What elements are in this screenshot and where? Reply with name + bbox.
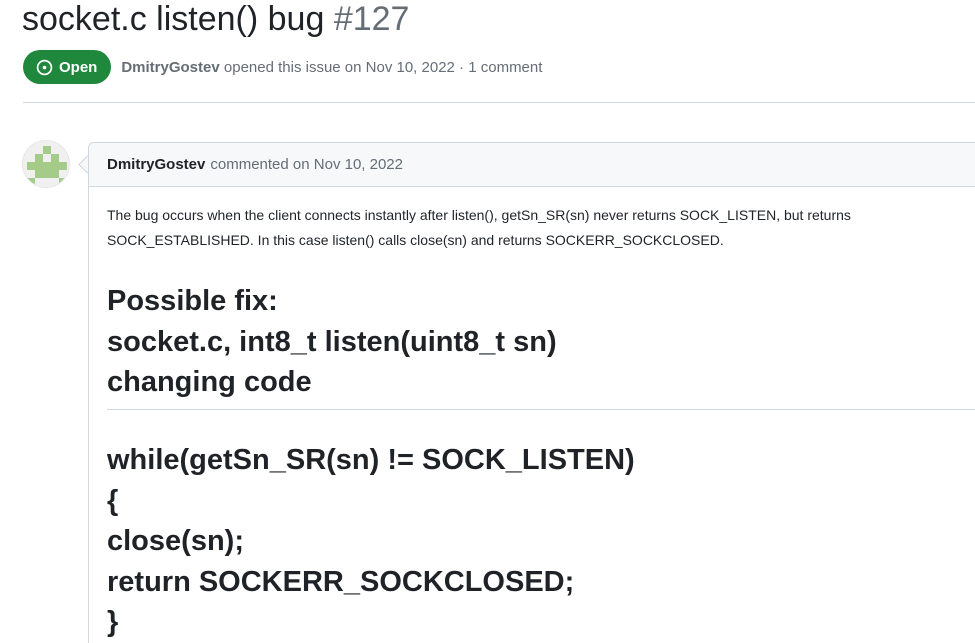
comment-paragraph: The bug occurs when the client connects …	[107, 203, 957, 253]
comment-box: DmitryGostev commented on Nov 10, 2022 T…	[88, 142, 975, 643]
issue-title-text: socket.c listen() bug	[22, 0, 325, 38]
issue-state-label: Open	[59, 58, 98, 76]
comment-body: The bug occurs when the client connects …	[107, 203, 975, 638]
identicon-avatar	[23, 141, 69, 187]
issue-meta-text: DmitryGostev opened this issue on Nov 10…	[121, 59, 542, 76]
header-divider	[23, 102, 975, 103]
issue-number: #127	[333, 0, 410, 38]
code-line: return SOCKERR_SOCKCLOSED;	[107, 565, 575, 598]
code-line: {	[107, 484, 119, 517]
issue-author-link[interactable]: DmitryGostev	[121, 59, 219, 76]
issue-meta-suffix: opened this issue on Nov 10, 2022 · 1 co…	[223, 58, 543, 76]
comment-paragraph-line: SOCK_ESTABLISHED. In this case listen() …	[107, 232, 724, 248]
heading-divider	[107, 409, 975, 410]
comment-author-link[interactable]: DmitryGostev	[107, 156, 205, 173]
fix-heading-line: Possible fix:	[107, 285, 278, 317]
fix-heading-line: socket.c, int8_t listen(uint8_t sn)	[107, 325, 557, 358]
issue-opened-icon	[36, 59, 53, 75]
comment-header: DmitryGostev commented on Nov 10, 2022	[89, 143, 975, 187]
code-heading: while(getSn_SR(sn) != SOCK_LISTEN) { clo…	[107, 440, 635, 643]
code-line: close(sn);	[107, 525, 244, 557]
issue-page: socket.c listen() bug #127 Open DmitryGo…	[0, 0, 975, 643]
comment-paragraph-line: The bug occurs when the client connects …	[107, 207, 851, 223]
code-line: while(getSn_SR(sn) != SOCK_LISTEN)	[107, 444, 635, 476]
issue-meta: Open DmitryGostev opened this issue on N…	[23, 49, 542, 85]
comment-meta: commented on Nov 10, 2022	[210, 156, 403, 173]
fix-heading-line: changing code	[107, 366, 312, 398]
issue-state-badge[interactable]: Open	[23, 50, 112, 84]
code-line: }	[107, 606, 119, 638]
fix-heading: Possible fix: socket.c, int8_t listen(ui…	[107, 281, 557, 403]
avatar[interactable]	[22, 140, 70, 188]
issue-title: socket.c listen() bug #127	[22, 0, 409, 40]
